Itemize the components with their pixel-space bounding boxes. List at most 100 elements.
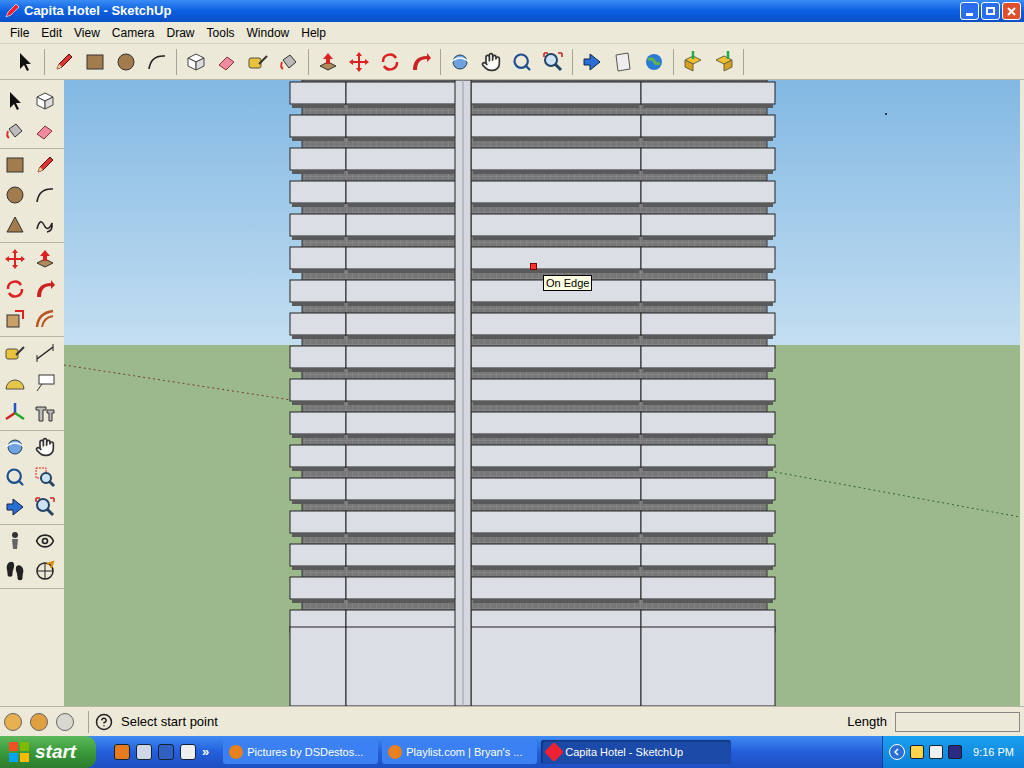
orbit-icon[interactable]: [448, 50, 472, 74]
floor[interactable]: [290, 346, 775, 372]
central-pillar[interactable]: [455, 80, 471, 706]
section-icon[interactable]: [33, 559, 57, 583]
status-toggle-icon[interactable]: [56, 713, 74, 731]
paint-icon[interactable]: [3, 119, 27, 143]
eraser-icon[interactable]: [215, 50, 239, 74]
menu-item[interactable]: Draw: [161, 23, 201, 43]
floor[interactable]: [290, 280, 775, 306]
globe-icon[interactable]: [642, 50, 666, 74]
arc-icon[interactable]: [145, 50, 169, 74]
hotel-building[interactable]: [290, 80, 775, 706]
move-icon[interactable]: [3, 247, 27, 271]
task-button[interactable]: Playlist.com | Bryan's ...: [382, 740, 537, 764]
arc-icon[interactable]: [33, 183, 57, 207]
menu-item[interactable]: Help: [295, 23, 332, 43]
quick-launch-icon[interactable]: [180, 744, 196, 760]
axes-icon[interactable]: [3, 401, 27, 425]
tape-icon[interactable]: [3, 341, 27, 365]
rect-icon[interactable]: [83, 50, 107, 74]
task-button[interactable]: Capita Hotel - SketchUp: [541, 740, 731, 764]
quick-launch-more[interactable]: »: [202, 742, 209, 762]
restore-button[interactable]: [981, 2, 1000, 20]
menu-item[interactable]: View: [68, 23, 106, 43]
pushpull-icon[interactable]: [316, 50, 340, 74]
zoomext-icon[interactable]: [541, 50, 565, 74]
floor[interactable]: [290, 115, 775, 141]
component-icon[interactable]: [184, 50, 208, 74]
freehand-icon[interactable]: [33, 213, 57, 237]
box-in-icon[interactable]: [681, 50, 705, 74]
follow-icon[interactable]: [33, 277, 57, 301]
menu-item[interactable]: Tools: [201, 23, 241, 43]
zoom-icon[interactable]: [2, 464, 28, 490]
page-icon[interactable]: [611, 50, 635, 74]
walk-footprints-icon[interactable]: [2, 558, 28, 584]
tray-icon[interactable]: [948, 745, 962, 759]
floor[interactable]: [290, 148, 775, 174]
pan-hand-icon[interactable]: [32, 434, 58, 460]
measurement-field[interactable]: [895, 712, 1020, 732]
circle-icon[interactable]: [114, 50, 138, 74]
paint-icon[interactable]: [277, 50, 301, 74]
tray-icon[interactable]: [910, 745, 924, 759]
eraser-icon[interactable]: [33, 119, 57, 143]
zoomwin-icon[interactable]: [33, 465, 57, 489]
arrow-icon[interactable]: [13, 50, 37, 74]
zoomext-icon[interactable]: [33, 495, 57, 519]
start-button[interactable]: start: [0, 736, 96, 768]
floor[interactable]: [290, 181, 775, 207]
floor[interactable]: [290, 544, 775, 570]
text3d-icon[interactable]: [33, 401, 57, 425]
floor[interactable]: [290, 313, 775, 339]
help-icon[interactable]: [95, 713, 113, 731]
status-toggle-icon[interactable]: [30, 713, 48, 731]
floor[interactable]: [290, 214, 775, 240]
arrow-icon[interactable]: [3, 89, 27, 113]
pencil-icon[interactable]: [52, 50, 76, 74]
protractor-icon[interactable]: [3, 371, 27, 395]
task-button[interactable]: Pictures by DSDestos...: [223, 740, 378, 764]
quick-launch-icon[interactable]: [136, 744, 152, 760]
position-icon[interactable]: [3, 529, 27, 553]
offset-icon[interactable]: [33, 307, 57, 331]
title-bar[interactable]: Capita Hotel - SketchUp: [0, 0, 1024, 22]
prev-icon[interactable]: [580, 50, 604, 74]
menu-item[interactable]: File: [4, 23, 35, 43]
dim-icon[interactable]: [33, 341, 57, 365]
rotate-icon[interactable]: [378, 50, 402, 74]
prev-icon[interactable]: [3, 495, 27, 519]
close-button[interactable]: [1002, 2, 1021, 20]
clock[interactable]: 9:16 PM: [973, 744, 1014, 761]
orbit-icon[interactable]: [3, 435, 27, 459]
look-around-eye-icon[interactable]: [32, 528, 58, 554]
quick-launch-icon[interactable]: [114, 744, 130, 760]
floor[interactable]: [290, 412, 775, 438]
floor[interactable]: [290, 445, 775, 471]
scale-icon[interactable]: [3, 307, 27, 331]
quick-launch-icon[interactable]: [158, 744, 174, 760]
pencil-icon[interactable]: [33, 153, 57, 177]
floor[interactable]: [290, 577, 775, 603]
pushpull-icon[interactable]: [33, 247, 57, 271]
box-out-icon[interactable]: [712, 50, 736, 74]
drawing-area[interactable]: On Edge: [64, 80, 1024, 706]
move-icon[interactable]: [347, 50, 371, 74]
circle-icon[interactable]: [3, 183, 27, 207]
menu-item[interactable]: Edit: [35, 23, 68, 43]
component-icon[interactable]: [33, 89, 57, 113]
status-toggle-icon[interactable]: [4, 713, 22, 731]
rect-icon[interactable]: [3, 153, 27, 177]
pan-hand-icon[interactable]: [478, 49, 504, 75]
floor[interactable]: [290, 511, 775, 537]
floor[interactable]: [290, 478, 775, 504]
tape-icon[interactable]: [246, 50, 270, 74]
zoom-icon[interactable]: [509, 49, 535, 75]
tray-icon[interactable]: [929, 745, 943, 759]
menu-item[interactable]: Camera: [106, 23, 161, 43]
follow-icon[interactable]: [409, 50, 433, 74]
floor[interactable]: [290, 379, 775, 405]
menu-item[interactable]: Window: [241, 23, 296, 43]
polygon-icon[interactable]: [3, 213, 27, 237]
minimize-button[interactable]: [960, 2, 979, 20]
model-viewport[interactable]: [64, 80, 1020, 706]
